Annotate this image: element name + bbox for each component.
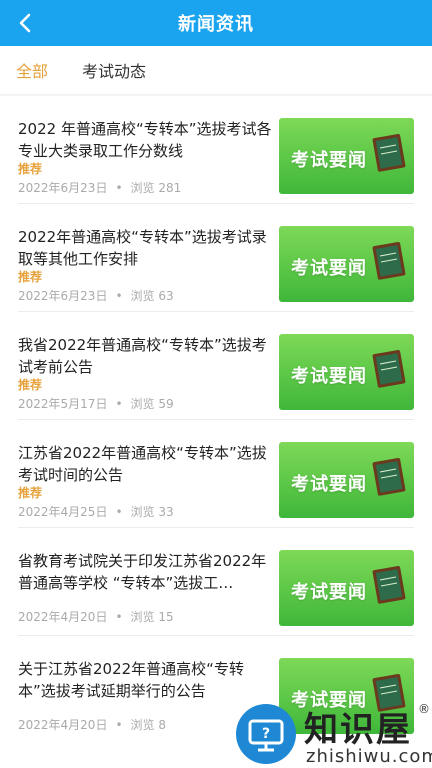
recommend-tag: 推荐 bbox=[18, 162, 43, 176]
news-views: 浏览 15 bbox=[130, 610, 174, 624]
meta-separator: • bbox=[115, 718, 123, 732]
news-item[interactable]: 2022 年普通高校“专转本”选拔考试各专业大类录取工作分数线 推荐 2022年… bbox=[0, 96, 432, 204]
news-views: 浏览 63 bbox=[130, 289, 174, 303]
thumbnail-text: 考试要闻 bbox=[291, 366, 367, 387]
thumbnail-text: 考试要闻 bbox=[291, 474, 367, 495]
news-item[interactable]: 省教育考试院关于印发江苏省2022年普通高等学校 “专转本”选拔工… 2022年… bbox=[0, 528, 432, 636]
news-title: 我省2022年普通高校“专转本”选拔考试考前公告 bbox=[18, 336, 267, 376]
news-thumbnail[interactable]: 考试要闻 bbox=[279, 118, 414, 194]
news-meta: 2022年4月20日 • 浏览 15 bbox=[18, 608, 174, 625]
watermark-domain: zhishiwu.com bbox=[306, 746, 432, 767]
news-date: 2022年4月20日 bbox=[18, 718, 108, 732]
tab-all[interactable]: 全部 bbox=[12, 58, 52, 82]
news-item[interactable]: 2022年普通高校“专转本”选拔考试录取等其他工作安排 推荐 2022年6月23… bbox=[0, 204, 432, 312]
watermark-logo-icon: ? bbox=[236, 704, 296, 764]
blackboard-icon bbox=[372, 241, 406, 280]
news-meta: 2022年6月23日 • 浏览 63 bbox=[18, 287, 174, 304]
news-views: 浏览 8 bbox=[130, 718, 166, 732]
thumbnail-text: 考试要闻 bbox=[291, 150, 367, 171]
news-views: 浏览 33 bbox=[130, 505, 174, 519]
meta-separator: • bbox=[115, 610, 123, 624]
news-meta: 2022年5月17日 • 浏览 59 bbox=[18, 395, 174, 412]
news-title: 江苏省2022年普通高校“专转本”选拔考试时间的公告 bbox=[18, 444, 267, 484]
news-views: 浏览 59 bbox=[130, 397, 174, 411]
news-title: 省教育考试院关于印发江苏省2022年普通高等学校 “专转本”选拔工… bbox=[18, 552, 267, 592]
meta-separator: • bbox=[115, 505, 123, 519]
blackboard-icon bbox=[372, 133, 406, 172]
meta-separator: • bbox=[115, 181, 123, 195]
top-bar: 新闻资讯 bbox=[0, 0, 432, 46]
site-watermark: ? 知识屋 ® zhishiwu.com bbox=[232, 700, 432, 768]
recommend-tag: 推荐 bbox=[18, 270, 43, 284]
news-date: 2022年6月23日 bbox=[18, 289, 108, 303]
news-item[interactable]: 我省2022年普通高校“专转本”选拔考试考前公告 推荐 2022年5月17日 • 浏… bbox=[0, 312, 432, 420]
registered-mark: ® bbox=[418, 702, 430, 716]
recommend-tag: 推荐 bbox=[18, 486, 43, 500]
thumbnail-text: 考试要闻 bbox=[291, 258, 367, 279]
news-thumbnail[interactable]: 考试要闻 bbox=[279, 334, 414, 410]
news-views: 浏览 281 bbox=[130, 181, 182, 195]
news-list: 2022 年普通高校“专转本”选拔考试各专业大类录取工作分数线 推荐 2022年… bbox=[0, 96, 432, 768]
news-date: 2022年4月25日 bbox=[18, 505, 108, 519]
meta-separator: • bbox=[115, 289, 123, 303]
news-date: 2022年4月20日 bbox=[18, 610, 108, 624]
news-date: 2022年5月17日 bbox=[18, 397, 108, 411]
news-title: 2022 年普通高校“专转本”选拔考试各专业大类录取工作分数线 bbox=[18, 120, 272, 160]
thumbnail-text: 考试要闻 bbox=[291, 582, 367, 603]
tab-bar: 全部 考试动态 bbox=[0, 46, 432, 94]
meta-separator: • bbox=[115, 397, 123, 411]
news-meta: 2022年4月20日 • 浏览 8 bbox=[18, 716, 166, 733]
news-date: 2022年6月23日 bbox=[18, 181, 108, 195]
watermark-brand: 知识屋 bbox=[304, 710, 412, 750]
back-arrow-icon[interactable] bbox=[14, 11, 38, 35]
blackboard-icon bbox=[372, 349, 406, 388]
news-title: 2022年普通高校“专转本”选拔考试录取等其他工作安排 bbox=[18, 228, 267, 268]
tab-exam-news[interactable]: 考试动态 bbox=[78, 58, 150, 82]
page-title: 新闻资讯 bbox=[178, 14, 254, 35]
news-title: 关于江苏省2022年普通高校“专转本”选拔考试延期举行的公告 bbox=[18, 660, 244, 700]
news-meta: 2022年6月23日 • 浏览 281 bbox=[18, 179, 181, 196]
news-item[interactable]: 江苏省2022年普通高校“专转本”选拔考试时间的公告 推荐 2022年4月25日… bbox=[0, 420, 432, 528]
blackboard-icon bbox=[372, 565, 406, 604]
news-meta: 2022年4月25日 • 浏览 33 bbox=[18, 503, 174, 520]
blackboard-icon bbox=[372, 457, 406, 496]
news-thumbnail[interactable]: 考试要闻 bbox=[279, 442, 414, 518]
recommend-tag: 推荐 bbox=[18, 378, 43, 392]
svg-text:?: ? bbox=[262, 726, 270, 742]
news-thumbnail[interactable]: 考试要闻 bbox=[279, 226, 414, 302]
news-thumbnail[interactable]: 考试要闻 bbox=[279, 550, 414, 626]
